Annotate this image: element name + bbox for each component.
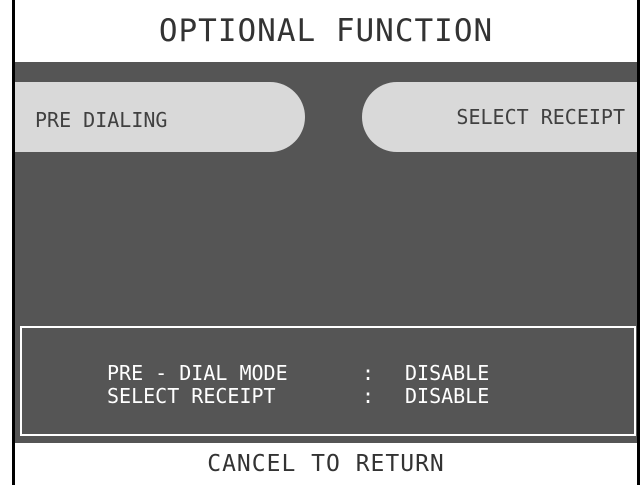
- atm-screen: OPTIONAL FUNCTION PRE DIALING SELECT REC…: [0, 0, 640, 485]
- pre-dialing-button[interactable]: PRE DIALING: [15, 82, 305, 152]
- status-value: DISABLE: [405, 361, 490, 385]
- status-separator: :: [362, 361, 375, 385]
- select-receipt-button[interactable]: SELECT RECEIPT: [362, 82, 637, 152]
- status-row-select-receipt: SELECT RECEIPT : DISABLE: [107, 384, 489, 408]
- main-panel: PRE DIALING SELECT RECEIPT PRE - DIAL MO…: [15, 62, 637, 443]
- status-row-pre-dial-mode: PRE - DIAL MODE : DISABLE: [107, 361, 489, 385]
- status-value: DISABLE: [405, 384, 490, 408]
- status-box: PRE - DIAL MODE : DISABLE SELECT RECEIPT…: [20, 326, 636, 436]
- status-label: SELECT RECEIPT: [107, 384, 276, 408]
- page-title: OPTIONAL FUNCTION: [158, 13, 494, 49]
- cancel-instruction: CANCEL TO RETURN: [207, 451, 445, 477]
- status-label: PRE - DIAL MODE: [107, 361, 288, 385]
- status-separator: :: [362, 384, 375, 408]
